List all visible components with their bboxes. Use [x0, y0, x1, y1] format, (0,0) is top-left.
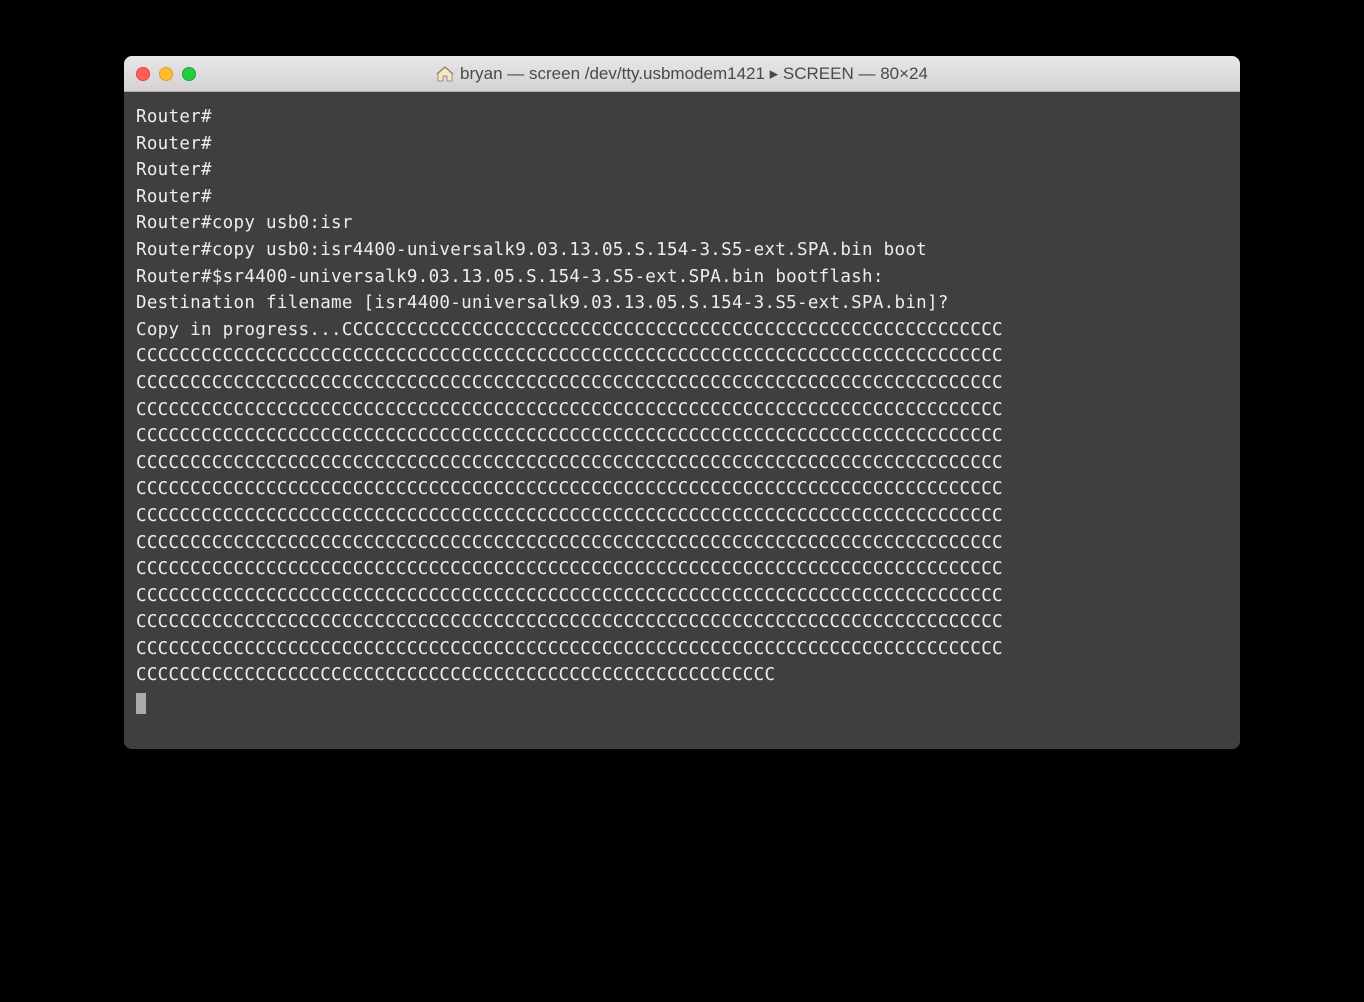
terminal-line: CCCCCCCCCCCCCCCCCCCCCCCCCCCCCCCCCCCCCCCC…	[136, 530, 1228, 557]
terminal-line: Router#	[136, 184, 1228, 211]
terminal-line: Router#copy usb0:isr4400-universalk9.03.…	[136, 237, 1228, 264]
terminal-line: CCCCCCCCCCCCCCCCCCCCCCCCCCCCCCCCCCCCCCCC…	[136, 423, 1228, 450]
maximize-button[interactable]	[182, 67, 196, 81]
minimize-button[interactable]	[159, 67, 173, 81]
terminal-line: Copy in progress...CCCCCCCCCCCCCCCCCCCCC…	[136, 317, 1228, 344]
terminal-line: Router#$sr4400-universalk9.03.13.05.S.15…	[136, 264, 1228, 291]
terminal-line: CCCCCCCCCCCCCCCCCCCCCCCCCCCCCCCCCCCCCCCC…	[136, 476, 1228, 503]
terminal-line: CCCCCCCCCCCCCCCCCCCCCCCCCCCCCCCCCCCCCCCC…	[136, 583, 1228, 610]
title-container: bryan — screen /dev/tty.usbmodem1421 ▸ S…	[124, 64, 1240, 84]
terminal-line: Destination filename [isr4400-universalk…	[136, 290, 1228, 317]
terminal-line: Router#	[136, 157, 1228, 184]
terminal-window: bryan — screen /dev/tty.usbmodem1421 ▸ S…	[124, 56, 1240, 749]
titlebar[interactable]: bryan — screen /dev/tty.usbmodem1421 ▸ S…	[124, 56, 1240, 92]
terminal-line: CCCCCCCCCCCCCCCCCCCCCCCCCCCCCCCCCCCCCCCC…	[136, 343, 1228, 370]
terminal-line: Router#	[136, 104, 1228, 131]
terminal-line: CCCCCCCCCCCCCCCCCCCCCCCCCCCCCCCCCCCCCCCC…	[136, 503, 1228, 530]
terminal-line: CCCCCCCCCCCCCCCCCCCCCCCCCCCCCCCCCCCCCCCC…	[136, 556, 1228, 583]
terminal-line: CCCCCCCCCCCCCCCCCCCCCCCCCCCCCCCCCCCCCCCC…	[136, 397, 1228, 424]
terminal-line: Router#	[136, 131, 1228, 158]
terminal-line: CCCCCCCCCCCCCCCCCCCCCCCCCCCCCCCCCCCCCCCC…	[136, 370, 1228, 397]
terminal-line: CCCCCCCCCCCCCCCCCCCCCCCCCCCCCCCCCCCCCCCC…	[136, 662, 1228, 689]
terminal-last-line	[136, 689, 1228, 716]
close-button[interactable]	[136, 67, 150, 81]
terminal-line: Router#copy usb0:isr	[136, 210, 1228, 237]
traffic-lights	[136, 67, 196, 81]
terminal-body[interactable]: Router#Router#Router#Router#Router#copy …	[124, 92, 1240, 749]
cursor	[136, 693, 146, 714]
terminal-line: CCCCCCCCCCCCCCCCCCCCCCCCCCCCCCCCCCCCCCCC…	[136, 450, 1228, 477]
terminal-line: CCCCCCCCCCCCCCCCCCCCCCCCCCCCCCCCCCCCCCCC…	[136, 609, 1228, 636]
home-icon	[436, 66, 454, 82]
terminal-line: CCCCCCCCCCCCCCCCCCCCCCCCCCCCCCCCCCCCCCCC…	[136, 636, 1228, 663]
window-title: bryan — screen /dev/tty.usbmodem1421 ▸ S…	[460, 64, 928, 84]
